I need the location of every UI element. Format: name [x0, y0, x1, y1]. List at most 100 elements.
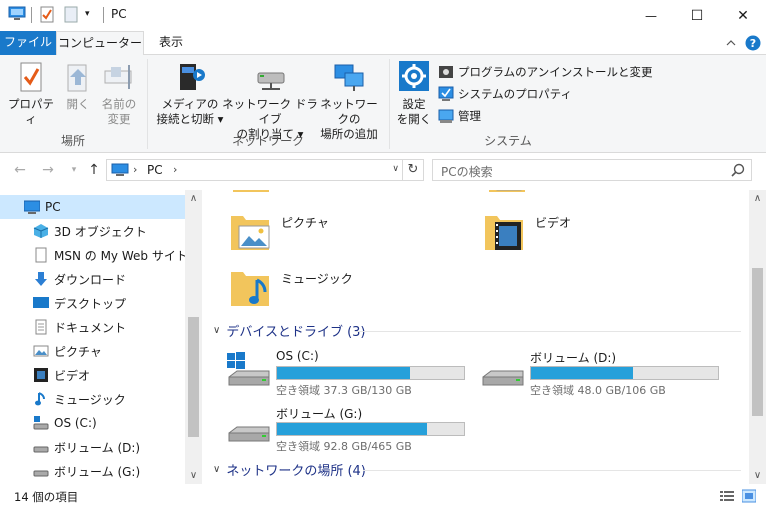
sidebar-item-msn[interactable]: MSN の My Web サイト [0, 243, 188, 267]
recent-locations-icon[interactable]: ▾ [66, 162, 82, 178]
sidebar-scrollbar-thumb[interactable] [188, 317, 199, 437]
folder-videos[interactable]: ビデオ [483, 210, 703, 258]
map-network-drive-button[interactable]: ネットワーク ドライブ の割り当て ▾ [222, 61, 318, 142]
sidebar-item-label: ボリューム (D:) [54, 440, 141, 455]
sidebar-item-pc[interactable]: PC [0, 195, 185, 219]
sidebar-item-documents[interactable]: ドキュメント [0, 315, 185, 339]
video-icon [33, 367, 49, 383]
drive-usage-fill [277, 367, 411, 379]
system-properties-button[interactable]: システムのプロパティ [438, 84, 572, 104]
documents-folder-icon[interactable] [489, 190, 529, 194]
new-folder-icon[interactable] [64, 6, 78, 24]
scroll-down-arrow-icon[interactable]: ∨ [185, 467, 202, 484]
open-label: 開く [66, 97, 90, 111]
drive-name: ボリューム (G:) [276, 407, 363, 421]
up-arrow-icon[interactable]: ↑ [86, 162, 102, 178]
scroll-up-arrow-icon[interactable]: ∧ [185, 190, 202, 207]
address-bar[interactable]: › PC › ∨ [106, 159, 403, 181]
properties-checkmark-icon[interactable] [40, 6, 54, 24]
download-arrow-icon [33, 271, 49, 287]
sidebar-item-drive-d[interactable]: ボリューム (D:) [0, 435, 185, 459]
open-button[interactable]: 開く [58, 61, 98, 112]
close-button[interactable]: ✕ [720, 0, 766, 31]
sidebar-item-pictures[interactable]: ピクチャ [0, 339, 185, 363]
refresh-button[interactable]: ↻ [403, 159, 424, 181]
scroll-down-arrow-icon[interactable]: ∨ [749, 467, 766, 484]
pc-icon [23, 199, 41, 215]
pc-icon[interactable] [8, 6, 26, 24]
breadcrumb-pc[interactable]: PC [147, 163, 163, 177]
title-bar: ▾ PC — ☐ ✕ [0, 0, 766, 31]
search-placeholder: PCの検索 [441, 165, 493, 179]
manage-icon [438, 108, 454, 124]
sidebar-scrollbar[interactable]: ∧ ∨ [185, 190, 202, 484]
drive-icon [225, 407, 271, 450]
drive-usage-bar [276, 366, 465, 380]
navigation-bar: ← → ▾ ↑ › PC › ∨ ↻ PCの検索 [0, 153, 766, 187]
drive-name: OS (C:) [276, 349, 319, 363]
chevron-down-icon[interactable]: ∨ [392, 164, 399, 174]
drive-c-icon [33, 415, 49, 431]
tab-file[interactable]: ファイル [0, 31, 56, 55]
pc-icon [111, 163, 129, 180]
content-scrollbar-thumb[interactable] [752, 268, 763, 416]
music-folder-icon [229, 266, 273, 313]
network-locations-group-label: ネットワークの場所 (4) [226, 463, 366, 479]
minimize-icon: — [645, 8, 657, 23]
divider [363, 470, 741, 471]
sidebar-item-desktop[interactable]: デスクトップ [0, 291, 185, 315]
sidebar-item-music[interactable]: ミュージック [0, 387, 185, 411]
network-locations-group-header[interactable]: ∨ ネットワークの場所 (4) [213, 459, 366, 479]
add-network-location-button[interactable]: ネットワークの 場所の追加 [316, 61, 382, 142]
system-group-label: システム [484, 134, 532, 148]
collapse-ribbon-icon[interactable] [723, 35, 739, 51]
media-connect-button[interactable]: メディアの 接続と切断 ▾ [154, 61, 226, 127]
music-note-icon [33, 391, 49, 407]
sidebar-item-drive-c[interactable]: OS (C:) [0, 411, 185, 435]
content-scrollbar[interactable]: ∧ ∨ [749, 190, 766, 484]
tab-view[interactable]: 表示 [144, 31, 198, 55]
chevron-right-icon[interactable]: › [173, 163, 177, 176]
details-view-icon[interactable] [720, 489, 734, 503]
drive-d[interactable]: ボリューム (D:) 空き領域 48.0 GB/106 GB [479, 349, 729, 399]
folder-pictures[interactable]: ピクチャ [229, 210, 449, 258]
drive-g[interactable]: ボリューム (G:) 空き領域 92.8 GB/465 GB [225, 405, 475, 455]
sidebar-item-downloads[interactable]: ダウンロード [0, 267, 185, 291]
properties-button[interactable]: プロパティ [6, 61, 56, 127]
back-arrow-icon[interactable]: ← [12, 162, 28, 178]
desktop-icon [33, 295, 49, 311]
sidebar-item-videos[interactable]: ビデオ [0, 363, 185, 387]
rename-label: 名前の 変更 [101, 97, 137, 126]
tab-computer[interactable]: コンピューター [56, 31, 144, 56]
forward-arrow-icon[interactable]: → [40, 162, 56, 178]
rename-button[interactable]: 名前の 変更 [96, 61, 142, 127]
refresh-icon: ↻ [407, 162, 419, 177]
maximize-button[interactable]: ☐ [674, 0, 720, 31]
minimize-button[interactable]: — [628, 0, 674, 31]
uninstall-program-button[interactable]: プログラムのアンインストールと変更 [438, 62, 652, 82]
desktop-folder-icon[interactable] [233, 190, 273, 194]
drive-usage-fill [277, 423, 427, 435]
sidebar-item-3d-objects[interactable]: 3D オブジェクト [0, 219, 185, 243]
sidebar-item-label: ダウンロード [54, 272, 127, 287]
drive-name: ボリューム (D:) [530, 351, 617, 365]
manage-button[interactable]: 管理 [438, 106, 481, 126]
sidebar-item-drive-g[interactable]: ボリューム (G:) [0, 459, 185, 483]
open-settings-button[interactable]: 設定 を開く [392, 61, 436, 127]
sidebar-item-label: ミュージック [54, 392, 126, 407]
help-icon[interactable]: ? [745, 35, 761, 51]
drive-c[interactable]: OS (C:) 空き領域 37.3 GB/130 GB [225, 349, 475, 399]
drive-free-space: 空き領域 48.0 GB/106 GB [530, 384, 666, 397]
folder-music[interactable]: ミュージック [229, 266, 449, 314]
customize-quick-access-icon[interactable]: ▾ [85, 9, 90, 27]
devices-group-header[interactable]: ∨ デバイスとドライブ (3) [213, 320, 366, 340]
chevron-right-icon[interactable]: › [133, 163, 137, 176]
scroll-up-arrow-icon[interactable]: ∧ [749, 190, 766, 207]
drive-usage-bar [530, 366, 719, 380]
navigation-pane: PC 3D オブジェクト MSN の My Web サイト ダウンロード デスク… [0, 190, 202, 484]
large-icons-view-icon[interactable] [741, 489, 757, 503]
system-properties-label: システムのプロパティ [458, 87, 572, 101]
3d-objects-icon [33, 223, 49, 239]
properties-label: プロパティ [8, 97, 54, 126]
search-input[interactable]: PCの検索 [432, 159, 752, 181]
